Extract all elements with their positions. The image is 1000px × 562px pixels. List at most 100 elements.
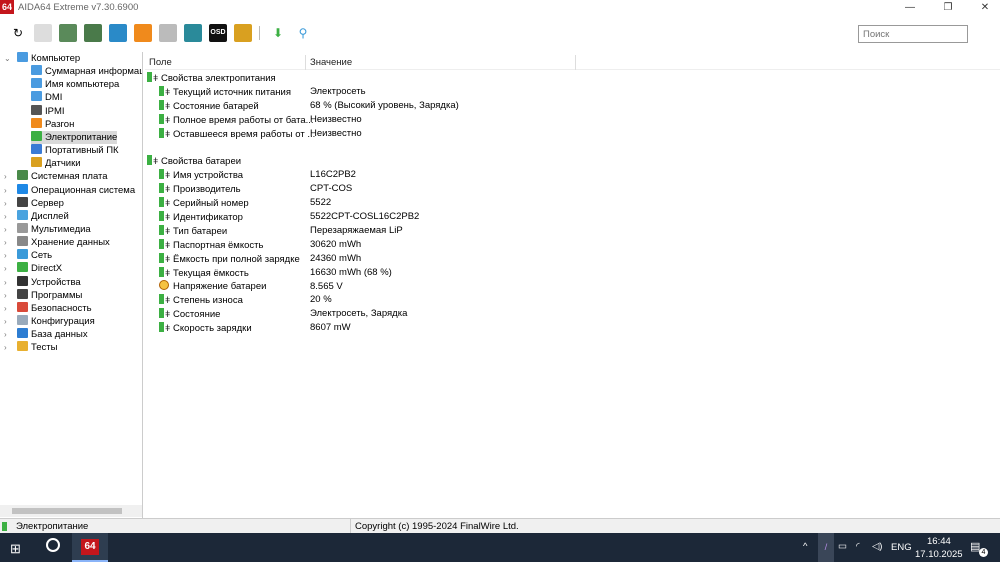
programs-icon bbox=[17, 288, 28, 299]
list-row[interactable]: Напряжение батареи 8.565 V bbox=[159, 279, 859, 294]
windows-start-icon[interactable]: ⊞ bbox=[10, 541, 21, 557]
tree-item[interactable]: › Мультимедиа bbox=[4, 222, 91, 236]
list-row[interactable]: ǂ Паспортная ёмкость 30620 mWh bbox=[159, 238, 859, 252]
chevron-right-icon[interactable]: › bbox=[4, 289, 7, 302]
tree-item[interactable]: › DirectX bbox=[4, 262, 62, 275]
chevron-right-icon[interactable]: › bbox=[4, 276, 7, 289]
tree-item[interactable]: Суммарная информация bbox=[31, 65, 142, 78]
clock-date[interactable]: 17.10.2025 bbox=[915, 549, 963, 560]
list-row[interactable]: ǂ Степень износа 20 % bbox=[159, 293, 859, 307]
list-row[interactable]: ǂ Состояние батарей 68 % (Высокий уровень,… bbox=[159, 99, 859, 113]
list-row[interactable]: ǂ Серийный номер 5522 bbox=[159, 196, 859, 210]
chevron-down-icon[interactable]: ⌄ bbox=[4, 52, 11, 65]
tree-item[interactable]: Датчики bbox=[31, 157, 81, 170]
tree-item[interactable]: Имя компьютера bbox=[31, 78, 119, 91]
search-input[interactable] bbox=[858, 25, 968, 43]
chevron-right-icon[interactable]: › bbox=[4, 236, 7, 249]
list-row[interactable]: ǂ Производитель CPT-COS bbox=[159, 182, 859, 196]
tree-item[interactable]: › Безопасность bbox=[4, 301, 92, 315]
tree-item[interactable]: ⌄ Компьютер bbox=[4, 52, 80, 65]
chevron-right-icon[interactable]: › bbox=[4, 210, 7, 223]
section-header[interactable]: ǂ Свойства батареи bbox=[147, 154, 847, 168]
list-row[interactable]: ǂ Текущая ёмкость 16630 mWh (68 %) bbox=[159, 266, 859, 280]
battery-icon bbox=[147, 155, 152, 166]
column-divider[interactable] bbox=[575, 55, 576, 70]
xbox-icon bbox=[17, 262, 28, 273]
tree-item[interactable]: › Сеть bbox=[4, 249, 52, 262]
tree-item[interactable]: › Системная плата bbox=[4, 170, 108, 183]
user-icon[interactable] bbox=[184, 24, 202, 42]
section-header[interactable]: ǂ Свойства электропитания bbox=[147, 71, 847, 85]
clock-time[interactable]: 16:44 bbox=[927, 536, 951, 547]
tree-item[interactable]: Портативный ПК bbox=[31, 144, 119, 157]
chevron-right-icon[interactable]: › bbox=[4, 170, 7, 183]
config-icon[interactable] bbox=[159, 24, 177, 42]
display-icon bbox=[17, 209, 28, 220]
overclock-icon[interactable] bbox=[134, 24, 152, 42]
list-row[interactable]: ǂ Тип батареи Перезаряжаемая LiP bbox=[159, 224, 859, 238]
tree-item[interactable]: Разгон bbox=[31, 117, 74, 131]
list-row[interactable]: ǂ Текущий источник питания Электросеть bbox=[159, 85, 859, 99]
language-indicator[interactable]: ENG bbox=[891, 542, 912, 553]
chevron-right-icon[interactable]: › bbox=[4, 302, 7, 315]
field-label: Оставшееся время работы от ... bbox=[173, 128, 316, 140]
minimize-button[interactable]: — bbox=[895, 0, 925, 16]
tree-item[interactable]: › Программы bbox=[4, 288, 82, 302]
tree-horizontal-scrollbar[interactable] bbox=[0, 505, 142, 517]
list-row[interactable]: ǂ Полное время работы от бата... Неизвестн… bbox=[159, 113, 859, 127]
chevron-up-icon[interactable]: ^ bbox=[803, 541, 807, 552]
column-header-field[interactable]: Поле bbox=[149, 57, 172, 68]
maximize-button[interactable]: ❐ bbox=[933, 0, 963, 16]
column-header-value[interactable]: Значение bbox=[310, 57, 352, 68]
list-row[interactable]: ǂ Скорость зарядки 8607 mW bbox=[159, 321, 859, 335]
tree-item[interactable]: Электропитание bbox=[31, 130, 118, 144]
tree-item[interactable]: › Тесты bbox=[4, 341, 58, 354]
refresh-icon[interactable]: ↻ bbox=[9, 24, 27, 42]
volume-icon[interactable]: ◁) bbox=[872, 541, 882, 552]
list-row[interactable]: ǂ Ёмкость при полной зарядке 24360 mWh bbox=[159, 252, 859, 266]
chevron-right-icon[interactable]: › bbox=[4, 249, 7, 262]
tree-item[interactable]: › Конфигурация bbox=[4, 315, 95, 328]
windows-icon bbox=[17, 183, 28, 194]
network-icon[interactable] bbox=[109, 24, 127, 42]
tree-item[interactable]: IPMI bbox=[31, 104, 65, 118]
scrollbar-thumb[interactable] bbox=[12, 508, 122, 514]
tree-item[interactable]: › Сервер bbox=[4, 196, 64, 210]
list-row[interactable]: ǂ Идентификатор 5522CPT-COSL16C2PB2 bbox=[159, 210, 859, 224]
osd-icon[interactable]: OSD bbox=[209, 24, 227, 42]
wifi-icon[interactable]: ◜ bbox=[856, 541, 860, 552]
tree-item[interactable]: › Устройства bbox=[4, 275, 81, 289]
power-icon[interactable]: ▭ bbox=[838, 541, 847, 552]
chevron-right-icon[interactable]: › bbox=[4, 197, 7, 210]
gauge-icon[interactable] bbox=[234, 24, 252, 42]
tree-item[interactable]: › Операционная система bbox=[4, 183, 135, 197]
motherboard-icon[interactable] bbox=[59, 24, 77, 42]
tree-item[interactable]: › Дисплей bbox=[4, 209, 69, 223]
report-icon[interactable] bbox=[34, 24, 52, 42]
details-list: Поле Значение ǂ Свойства электропитания ǂ Т… bbox=[145, 52, 1000, 518]
chevron-right-icon[interactable]: › bbox=[4, 262, 7, 275]
chevron-right-icon[interactable]: › bbox=[4, 184, 7, 197]
list-row[interactable]: ǂ Имя устройства L16C2PB2 bbox=[159, 168, 859, 182]
list-row[interactable]: ǂ Оставшееся время работы от ... Неизвестн… bbox=[159, 127, 859, 141]
tree-item[interactable]: DMI bbox=[31, 91, 62, 104]
column-divider[interactable] bbox=[305, 55, 306, 70]
field-value: Перезаряжаемая LiP bbox=[310, 224, 403, 236]
tree-item[interactable]: › База данных bbox=[4, 328, 88, 341]
chevron-right-icon[interactable]: › bbox=[4, 223, 7, 236]
chevron-right-icon[interactable]: › bbox=[4, 315, 7, 328]
close-button[interactable]: ✕ bbox=[970, 0, 1000, 16]
chevron-right-icon[interactable]: › bbox=[4, 341, 7, 354]
memory-icon[interactable] bbox=[84, 24, 102, 42]
search-icon[interactable] bbox=[46, 538, 60, 552]
tree-item[interactable]: › Хранение данных bbox=[4, 236, 110, 249]
chevron-right-icon[interactable]: › bbox=[4, 328, 7, 341]
list-row[interactable]: ǂ Состояние Электросеть, Зарядка bbox=[159, 307, 859, 321]
download-icon[interactable]: ⬇ bbox=[269, 24, 287, 42]
taskbar-aida64[interactable]: 64 bbox=[72, 533, 108, 562]
field-value: 8607 mW bbox=[310, 322, 351, 334]
tree-item-label: Тесты bbox=[31, 342, 58, 354]
search-icon[interactable]: ⚲ bbox=[294, 24, 312, 42]
pen-icon[interactable]: / bbox=[818, 533, 834, 562]
field-label: Производитель bbox=[173, 184, 241, 196]
